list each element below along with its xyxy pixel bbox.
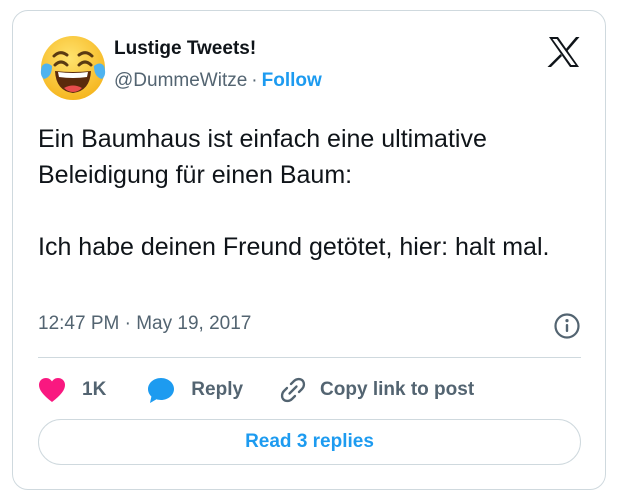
tweet-line: Ich habe deinen Freund getötet, hier: ha… [38, 233, 550, 261]
tweet-line: Ein Baumhaus ist einfach eine ultimative… [38, 125, 487, 189]
reply-button[interactable]: Reply [147, 377, 243, 404]
author-handle[interactable]: @DummeWitze [114, 70, 247, 91]
action-bar: 1K Reply Copy link to post [38, 371, 474, 409]
read-replies-button[interactable]: Read 3 replies [38, 419, 581, 465]
divider [38, 357, 581, 358]
avatar[interactable] [38, 33, 108, 103]
copy-link-label: Copy link to post [320, 379, 475, 400]
reply-label: Reply [191, 379, 244, 400]
info-icon[interactable] [553, 312, 581, 340]
heart-icon [39, 378, 65, 402]
link-icon [280, 377, 306, 403]
timestamp[interactable]: 12:47 PM · May 19, 2017 [38, 313, 251, 335]
author-name[interactable]: Lustige Tweets! [114, 38, 256, 60]
like-count: 1K [82, 379, 107, 400]
copy-link-button[interactable]: Copy link to post [280, 377, 474, 403]
handle-row: @DummeWitze · Follow [114, 70, 322, 92]
tweet-card: Lustige Tweets! @DummeWitze · Follow Ein B… [12, 10, 606, 490]
follow-button[interactable]: Follow [262, 70, 322, 91]
reply-bubble-icon [148, 377, 175, 403]
tweet-text: Ein Baumhaus ist einfach eine ultimative… [38, 121, 590, 265]
like-button[interactable]: 1K [38, 377, 106, 403]
x-logo-icon[interactable] [547, 36, 581, 68]
separator-dot: · [251, 70, 258, 91]
